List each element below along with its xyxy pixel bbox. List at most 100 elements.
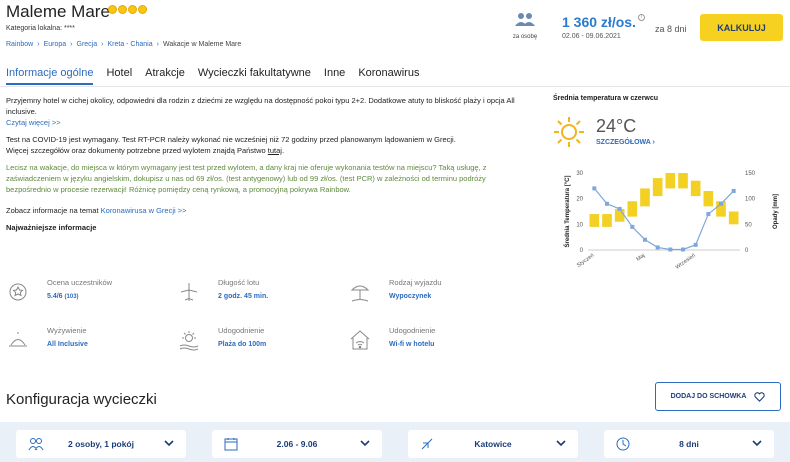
chevron-right-icon: › bbox=[37, 41, 40, 48]
corona-info-text: Zobacz informacje na temat bbox=[6, 206, 101, 215]
tab-coronavirus[interactable]: Koronawirus bbox=[358, 67, 419, 85]
feature-value: 2 godz. 45 min. bbox=[218, 293, 269, 300]
tab-excursions[interactable]: Wycieczki fakultatywne bbox=[198, 67, 311, 85]
add-to-clipboard-button[interactable]: DODAJ DO SCHOWKA bbox=[655, 382, 781, 411]
feature-trip-type: Rodzaj wyjazdu Wypoczynek bbox=[348, 278, 488, 308]
climate-chart: 0 10 20 30 0 50 100 150 Średnia Temperatura [°C]… bbox=[564, 171, 779, 271]
feature-label: Rodzaj wyjazdu bbox=[389, 278, 442, 287]
y-tick-label: 0 bbox=[580, 248, 584, 254]
tab-attractions[interactable]: Atrakcje bbox=[145, 67, 185, 85]
tab-general-info[interactable]: Informacje ogólne bbox=[6, 67, 94, 85]
precipitation-point bbox=[719, 201, 723, 206]
x-tick-label: Maj bbox=[635, 253, 646, 263]
feature-label: Ocena uczestników bbox=[47, 278, 113, 287]
precipitation-point bbox=[605, 201, 609, 206]
breadcrumb-item[interactable]: Kreta - Chania bbox=[107, 41, 152, 48]
star-icon bbox=[128, 5, 137, 14]
sun-icon bbox=[554, 117, 584, 147]
precipitation-point bbox=[706, 212, 711, 217]
precipitation-point bbox=[731, 188, 736, 193]
tab-other[interactable]: Inne bbox=[324, 67, 345, 85]
tab-hotel[interactable]: Hotel bbox=[106, 67, 132, 85]
feature-value: All Inclusive bbox=[47, 341, 88, 348]
departure-select[interactable]: Katowice bbox=[408, 430, 578, 458]
star-icon bbox=[108, 5, 117, 14]
dates-value: 2.06 - 9.06 bbox=[276, 439, 318, 449]
precipitation-point bbox=[693, 242, 698, 247]
y2-tick-label: 100 bbox=[745, 197, 756, 203]
temperature-bar bbox=[690, 180, 701, 197]
chevron-right-icon: › bbox=[156, 41, 159, 48]
covid-details-link[interactable]: tutaj bbox=[268, 146, 282, 155]
y-tick-label: 20 bbox=[576, 197, 583, 203]
sun-beach-icon bbox=[179, 331, 199, 351]
precipitation-point bbox=[592, 186, 597, 191]
calculate-button[interactable]: KALKULUJ bbox=[700, 14, 783, 41]
local-category-label: Kategoria lokalna: **** bbox=[6, 25, 75, 32]
chevron-down-icon bbox=[164, 440, 174, 447]
breadcrumb-item[interactable]: Grecja bbox=[77, 41, 98, 48]
feature-wifi: Udogodnienie Wi-fi w hotelu bbox=[348, 326, 488, 356]
duration-select[interactable]: 8 dni bbox=[604, 430, 774, 458]
temperature-bar bbox=[678, 173, 688, 189]
tab-bar: Informacje ogólne Hotel Atrakcje Wyciecz… bbox=[6, 67, 419, 85]
y2-axis-title: Opady [mm] bbox=[773, 194, 779, 229]
detailed-weather-link[interactable]: SZCZEGÓŁOWA › bbox=[596, 139, 655, 146]
chevron-down-icon bbox=[556, 440, 566, 447]
rating-score: 5.4/6 bbox=[47, 293, 63, 300]
feature-label: Długość lotu bbox=[218, 278, 260, 287]
people-icon bbox=[515, 13, 535, 26]
temperature-bar bbox=[640, 188, 650, 207]
chevron-down-icon bbox=[360, 440, 370, 447]
hotel-name: Maleme Mare bbox=[6, 2, 110, 21]
covid-test-offer: Lecisz na wakacje, do miejsca w którym w… bbox=[6, 163, 487, 194]
chevron-right-icon: › bbox=[652, 139, 655, 146]
participants-select[interactable]: 2 osoby, 1 pokój bbox=[16, 430, 186, 458]
heart-icon bbox=[754, 391, 766, 402]
chevron-right-icon: › bbox=[70, 41, 73, 48]
covid-info: Test na COVID-19 jest wymagany. Test RT-… bbox=[6, 135, 456, 144]
covid-details-end: . bbox=[281, 146, 285, 155]
read-more-link[interactable]: Czytaj więcej >> bbox=[6, 118, 61, 127]
breadcrumb-item[interactable]: Rainbow bbox=[6, 41, 33, 48]
temperature-bar bbox=[652, 178, 663, 197]
general-info-content: Przyjemny hotel w cichej okolicy, odpowi… bbox=[6, 95, 521, 239]
feature-label: Wyżywienie bbox=[47, 326, 87, 335]
dates-select[interactable]: 2.06 - 9.06 bbox=[212, 430, 382, 458]
feature-board: Wyżywienie All Inclusive bbox=[6, 326, 146, 356]
y-tick-label: 30 bbox=[576, 171, 583, 177]
details-link-label: SZCZEGÓŁOWA bbox=[596, 139, 651, 146]
feature-value: Wi-fi w hotelu bbox=[389, 341, 435, 348]
covid-details-text: Więcej szczegółów oraz dokumenty potrzeb… bbox=[6, 146, 268, 155]
x-tick-label: Wrzesień bbox=[675, 253, 697, 271]
temperature-bar bbox=[728, 211, 739, 225]
y-axis-title: Średnia Temperatura [°C] bbox=[564, 176, 571, 248]
feature-value[interactable]: 5.4/6 (103) bbox=[47, 293, 79, 300]
clipboard-button-label: DODAJ DO SCHOWKA bbox=[670, 393, 747, 400]
feature-value: Plaża do 100m bbox=[218, 341, 267, 348]
temperature-bar bbox=[627, 201, 638, 217]
trip-duration: za 8 dni bbox=[655, 24, 687, 34]
precipitation-point bbox=[681, 247, 685, 252]
corona-info-link[interactable]: Koronawirusa w Grecji >> bbox=[101, 206, 187, 215]
trip-dates: 02.06 - 09.06.2021 bbox=[562, 33, 621, 40]
per-person-indicator: za osobę bbox=[508, 12, 542, 40]
star-rating bbox=[108, 5, 147, 14]
temperature-bar bbox=[665, 173, 676, 189]
precipitation-point bbox=[630, 224, 635, 229]
wifi-house-icon bbox=[350, 330, 370, 350]
breadcrumb: Rainbow › Europa › Grecja › Kreta - Chania ›… bbox=[6, 41, 241, 48]
plane-icon bbox=[180, 283, 198, 301]
rating-badge-icon bbox=[9, 283, 27, 301]
participants-value: 2 osoby, 1 pokój bbox=[68, 439, 134, 449]
price-box: 1 360 zł/os. i 02.06 - 09.06.2021 bbox=[562, 14, 645, 40]
price: 1 360 zł/os. bbox=[562, 14, 636, 30]
breadcrumb-item[interactable]: Europa bbox=[44, 41, 67, 48]
per-person-label: za osobę bbox=[512, 34, 538, 40]
y2-tick-label: 0 bbox=[745, 248, 749, 254]
y-tick-label: 10 bbox=[576, 222, 583, 228]
temperature-bar bbox=[589, 214, 600, 227]
temperature-bar bbox=[602, 214, 612, 227]
weather-title: Średnia temperatura w czerwcu bbox=[553, 95, 659, 102]
info-icon[interactable]: i bbox=[637, 14, 645, 21]
